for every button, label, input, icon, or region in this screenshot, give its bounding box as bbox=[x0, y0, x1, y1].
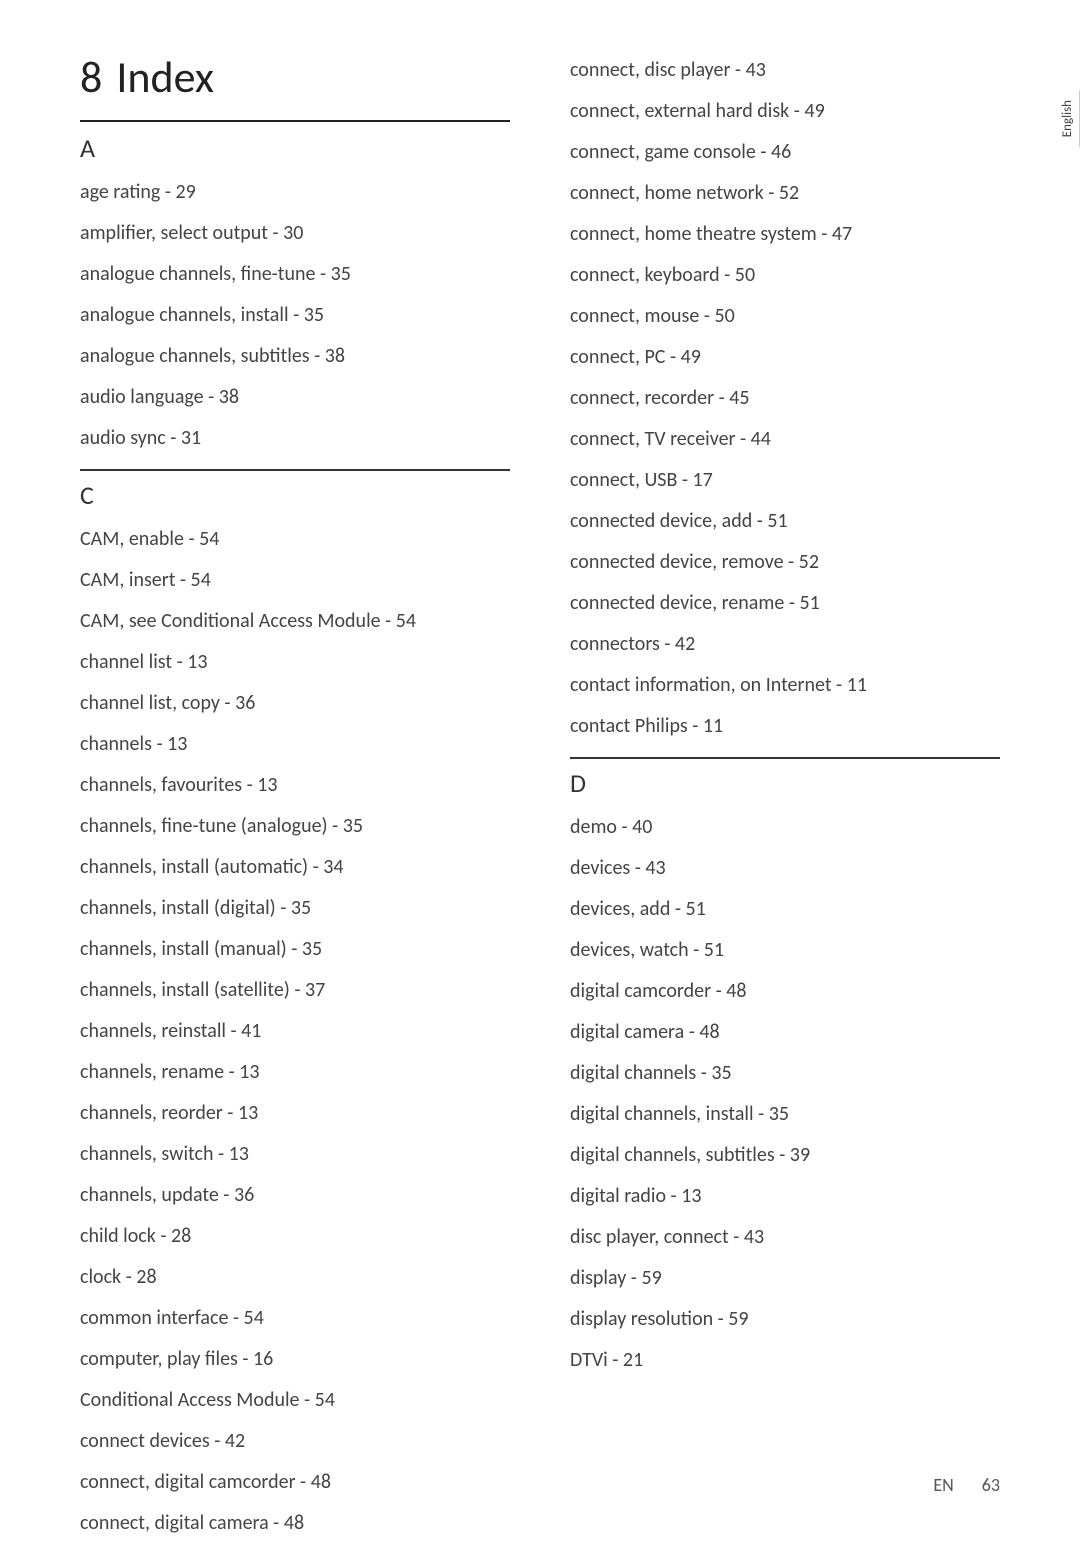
index-entry: channel list - 13 bbox=[80, 642, 510, 683]
index-entry: digital channels, install - 35 bbox=[570, 1094, 1000, 1135]
index-entry: connected device, rename - 51 bbox=[570, 583, 1000, 624]
page-footer: EN 63 bbox=[933, 1474, 1000, 1496]
index-entry: connect, TV receiver - 44 bbox=[570, 419, 1000, 460]
column-right: connect, disc player - 43 connect, exter… bbox=[570, 50, 1000, 1544]
index-entry: connected device, remove - 52 bbox=[570, 542, 1000, 583]
index-entry: channels, switch - 13 bbox=[80, 1134, 510, 1175]
index-entry: analogue channels, install - 35 bbox=[80, 295, 510, 336]
index-entry: connect, USB - 17 bbox=[570, 460, 1000, 501]
column-left: 8 Index A age rating - 29 amplifier, sele… bbox=[80, 50, 510, 1544]
index-entry: connect, digital camcorder - 48 bbox=[80, 1462, 510, 1503]
index-entry: channels, favourites - 13 bbox=[80, 765, 510, 806]
index-columns: 8 Index A age rating - 29 amplifier, sele… bbox=[80, 50, 1000, 1544]
chapter-title: Index bbox=[116, 50, 214, 104]
chapter-heading: 8 Index bbox=[80, 50, 510, 122]
index-entry: channels, install (automatic) - 34 bbox=[80, 847, 510, 888]
index-entry: audio language - 38 bbox=[80, 377, 510, 418]
index-entry: disc player, connect - 43 bbox=[570, 1217, 1000, 1258]
section-a-entries: age rating - 29 amplifier, select output… bbox=[80, 172, 510, 459]
index-entry: connectors - 42 bbox=[570, 624, 1000, 665]
section-divider bbox=[570, 757, 1000, 759]
index-entry: channels, reinstall - 41 bbox=[80, 1011, 510, 1052]
index-entry: connect, digital camera - 48 bbox=[80, 1503, 510, 1544]
index-entry: digital channels, subtitles - 39 bbox=[570, 1135, 1000, 1176]
footer-lang: EN bbox=[933, 1474, 953, 1496]
section-d-entries: demo - 40 devices - 43 devices, add - 51… bbox=[570, 807, 1000, 1381]
language-tab: English bbox=[1056, 90, 1080, 147]
index-entry: digital radio - 13 bbox=[570, 1176, 1000, 1217]
index-entry: clock - 28 bbox=[80, 1257, 510, 1298]
index-entry: devices, watch - 51 bbox=[570, 930, 1000, 971]
index-entry: devices - 43 bbox=[570, 848, 1000, 889]
index-entry: channels, rename - 13 bbox=[80, 1052, 510, 1093]
section-c-entries: CAM, enable - 54 CAM, insert - 54 CAM, s… bbox=[80, 519, 510, 1544]
index-entry: connect, disc player - 43 bbox=[570, 50, 1000, 91]
index-entry: display resolution - 59 bbox=[570, 1299, 1000, 1340]
index-entry: contact Philips - 11 bbox=[570, 706, 1000, 747]
index-entry: channels, reorder - 13 bbox=[80, 1093, 510, 1134]
index-entry: contact information, on Internet - 11 bbox=[570, 665, 1000, 706]
index-entry: analogue channels, subtitles - 38 bbox=[80, 336, 510, 377]
section-letter-c: C bbox=[80, 479, 510, 511]
index-entry: age rating - 29 bbox=[80, 172, 510, 213]
index-entry: display - 59 bbox=[570, 1258, 1000, 1299]
index-entry: channels, install (manual) - 35 bbox=[80, 929, 510, 970]
index-entry: connect, PC - 49 bbox=[570, 337, 1000, 378]
index-entry: digital camcorder - 48 bbox=[570, 971, 1000, 1012]
index-entry: connected device, add - 51 bbox=[570, 501, 1000, 542]
index-entry: digital camera - 48 bbox=[570, 1012, 1000, 1053]
section-c-cont-entries: connect, disc player - 43 connect, exter… bbox=[570, 50, 1000, 747]
index-entry: channels, fine-tune (analogue) - 35 bbox=[80, 806, 510, 847]
index-entry: connect, mouse - 50 bbox=[570, 296, 1000, 337]
index-entry: amplifier, select output - 30 bbox=[80, 213, 510, 254]
index-entry: channels, install (satellite) - 37 bbox=[80, 970, 510, 1011]
index-entry: connect devices - 42 bbox=[80, 1421, 510, 1462]
index-entry: computer, play files - 16 bbox=[80, 1339, 510, 1380]
index-entry: analogue channels, fine-tune - 35 bbox=[80, 254, 510, 295]
index-entry: devices, add - 51 bbox=[570, 889, 1000, 930]
index-entry: DTVi - 21 bbox=[570, 1340, 1000, 1381]
index-entry: connect, home network - 52 bbox=[570, 173, 1000, 214]
index-entry: common interface - 54 bbox=[80, 1298, 510, 1339]
index-entry: channel list, copy - 36 bbox=[80, 683, 510, 724]
section-letter-a: A bbox=[80, 132, 510, 164]
index-entry: channels - 13 bbox=[80, 724, 510, 765]
index-entry: channels, install (digital) - 35 bbox=[80, 888, 510, 929]
index-entry: connect, game console - 46 bbox=[570, 132, 1000, 173]
index-entry: demo - 40 bbox=[570, 807, 1000, 848]
chapter-number: 8 bbox=[80, 50, 102, 104]
index-entry: digital channels - 35 bbox=[570, 1053, 1000, 1094]
index-entry: CAM, insert - 54 bbox=[80, 560, 510, 601]
index-entry: connect, keyboard - 50 bbox=[570, 255, 1000, 296]
section-letter-d: D bbox=[570, 767, 1000, 799]
index-entry: connect, home theatre system - 47 bbox=[570, 214, 1000, 255]
index-entry: CAM, enable - 54 bbox=[80, 519, 510, 560]
index-entry: channels, update - 36 bbox=[80, 1175, 510, 1216]
index-entry: CAM, see Conditional Access Module - 54 bbox=[80, 601, 510, 642]
index-entry: Conditional Access Module - 54 bbox=[80, 1380, 510, 1421]
section-divider bbox=[80, 469, 510, 471]
index-entry: connect, external hard disk - 49 bbox=[570, 91, 1000, 132]
footer-page: 63 bbox=[982, 1474, 1000, 1496]
index-entry: child lock - 28 bbox=[80, 1216, 510, 1257]
index-entry: connect, recorder - 45 bbox=[570, 378, 1000, 419]
index-entry: audio sync - 31 bbox=[80, 418, 510, 459]
